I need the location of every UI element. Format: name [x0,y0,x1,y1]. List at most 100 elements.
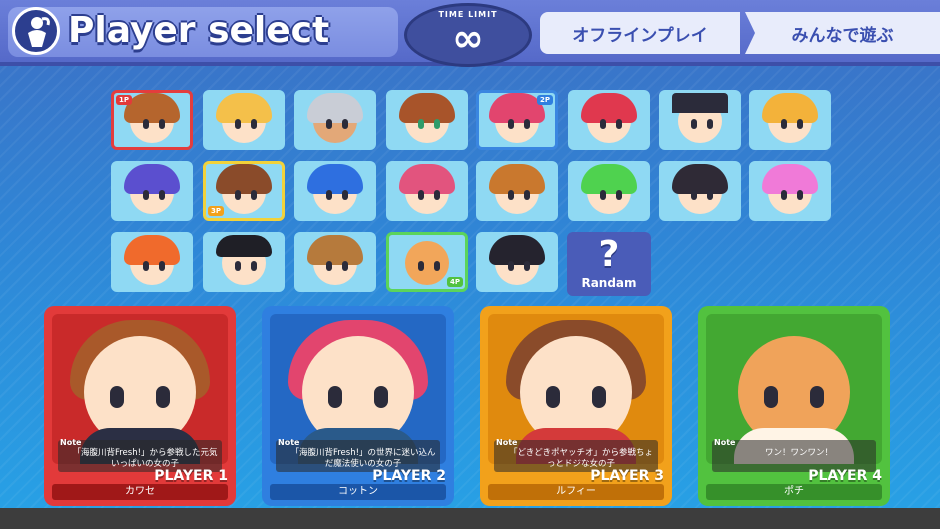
time-limit-value: ∞ [452,16,484,60]
player-2-card[interactable]: Note 「海腹川背Fresh!」の世界に迷い込んだ魔法使いの女の子 PLAYE… [262,306,454,506]
player-3-card[interactable]: Note 「どきどきポヤッチオ」から参戦ちょっとドジな女の子 PLAYER 3 … [480,306,672,506]
portrait-panel: Note ワン！ワンワン！ [706,314,882,472]
character-slot[interactable] [203,90,285,150]
character-slot[interactable] [386,161,468,221]
character-slot[interactable] [568,90,650,150]
eye [159,119,165,129]
eye [143,119,149,129]
character-slot[interactable] [659,161,741,221]
character-name: カワセ [52,484,228,500]
eye [434,119,440,129]
character-hair [216,93,272,123]
character-hair [399,164,455,194]
eye [251,261,257,271]
eye [156,386,170,408]
portrait-panel: Note 「どきどきポヤッチオ」から参戦ちょっとドジな女の子 [488,314,664,472]
character-slot[interactable] [386,90,468,150]
eye [508,190,514,200]
eye [235,190,241,200]
character-hair [762,93,818,123]
witch-hat [672,93,728,113]
character-name: ルフィー [488,484,664,500]
player-label: PLAYER 3 [590,468,664,484]
player-4-card[interactable]: Note ワン！ワンワン！ PLAYER 4 ポチ [698,306,890,506]
character-slot[interactable] [111,161,193,221]
eye [418,119,424,129]
eye [434,261,440,271]
character-hair [216,164,272,194]
eye [764,386,778,408]
character-hair [307,235,363,265]
player-1-tag: 1P [116,95,133,105]
eye [781,119,787,129]
eye [600,190,606,200]
player-label: PLAYER 2 [372,468,446,484]
character-slot[interactable] [203,232,285,292]
eye [342,190,348,200]
random-select-button[interactable]: ? Randam [567,232,651,296]
character-slot[interactable]: 1P [111,90,193,150]
eye [691,119,697,129]
eye [707,119,713,129]
character-slot[interactable]: 2P [476,90,558,150]
note-label: Note [60,438,82,447]
character-hair [672,164,728,194]
character-slot[interactable] [294,161,376,221]
note-text: 「海腹川背Fresh!」から参戦した元気いっぱいの女の子 [72,448,218,469]
eye [691,190,697,200]
character-slot[interactable] [659,90,741,150]
eye [434,190,440,200]
eye [524,261,530,271]
bottom-bar [0,508,940,529]
eye [810,386,824,408]
character-hair [124,235,180,265]
eye [326,119,332,129]
mode-play-together[interactable]: みんなで遊ぶ [745,12,940,54]
character-hair [489,164,545,194]
character-slot[interactable] [749,90,831,150]
eye [524,190,530,200]
eye [797,190,803,200]
portrait-panel: Note 「海腹川背Fresh!」の世界に迷い込んだ魔法使いの女の子 [270,314,446,472]
eye [418,261,424,271]
character-slot[interactable] [294,232,376,292]
page-title: Player select [68,10,330,51]
character-hair [489,235,545,265]
character-slot[interactable] [111,232,193,292]
player-1-card[interactable]: Note 「海腹川背Fresh!」から参戦した元気いっぱいの女の子 PLAYER… [44,306,236,506]
character-slot[interactable] [476,232,558,292]
character-hair [216,235,272,257]
eye [251,190,257,200]
character-slot[interactable] [294,90,376,150]
character-hair [581,93,637,123]
character-slot[interactable] [476,161,558,221]
eye [326,261,332,271]
eye [616,119,622,129]
eye [342,119,348,129]
eye [600,119,606,129]
note-text: 「どきどきポヤッチオ」から参戦ちょっとドジな女の子 [509,448,653,469]
character-slot[interactable]: 4P [386,232,468,292]
character-hair [124,93,180,123]
character-slot[interactable]: 3P [203,161,285,221]
character-hair [581,164,637,194]
eye [143,261,149,271]
eye [616,190,622,200]
character-hair [124,164,180,194]
character-face [405,241,449,285]
character-hair [307,164,363,194]
note-label: Note [278,438,300,447]
character-slot[interactable] [749,161,831,221]
player-4-tag: 4P [446,277,463,287]
character-slot[interactable] [568,161,650,221]
eye [342,261,348,271]
eye [797,119,803,129]
player-3-tag: 3P [208,206,225,216]
eye [235,119,241,129]
mode-offline-play[interactable]: オフラインプレイ [540,12,740,54]
eye [707,190,713,200]
random-label: Randam [581,276,637,290]
time-limit-display: TIME LIMIT ∞ [404,3,532,67]
question-mark-icon: ? [598,234,620,275]
character-hair [762,164,818,194]
